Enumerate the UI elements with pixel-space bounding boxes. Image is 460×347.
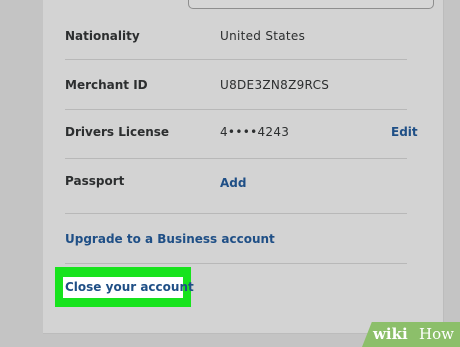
divider <box>65 59 407 60</box>
divider <box>65 263 407 264</box>
drivers-license-label: Drivers License <box>65 125 170 139</box>
watermark-how-text: How <box>419 325 454 343</box>
watermark-wiki-text: wiki <box>373 325 408 343</box>
divider <box>65 213 407 214</box>
merchant-id-label: Merchant ID <box>65 78 148 92</box>
nationality-label: Nationality <box>65 29 140 43</box>
top-input-field[interactable] <box>188 0 434 9</box>
close-account-link[interactable]: Close your account <box>63 277 194 298</box>
divider <box>65 158 407 159</box>
add-passport-link[interactable]: Add <box>220 176 246 190</box>
merchant-id-value: U8DE3ZN8Z9RCS <box>220 78 330 92</box>
divider <box>65 109 407 110</box>
upgrade-business-link[interactable]: Upgrade to a Business account <box>65 232 275 246</box>
passport-label: Passport <box>65 174 125 188</box>
drivers-license-value: 4••••4243 <box>220 125 290 139</box>
edit-drivers-license-link[interactable]: Edit <box>391 125 418 139</box>
nationality-value: United States <box>220 29 306 43</box>
